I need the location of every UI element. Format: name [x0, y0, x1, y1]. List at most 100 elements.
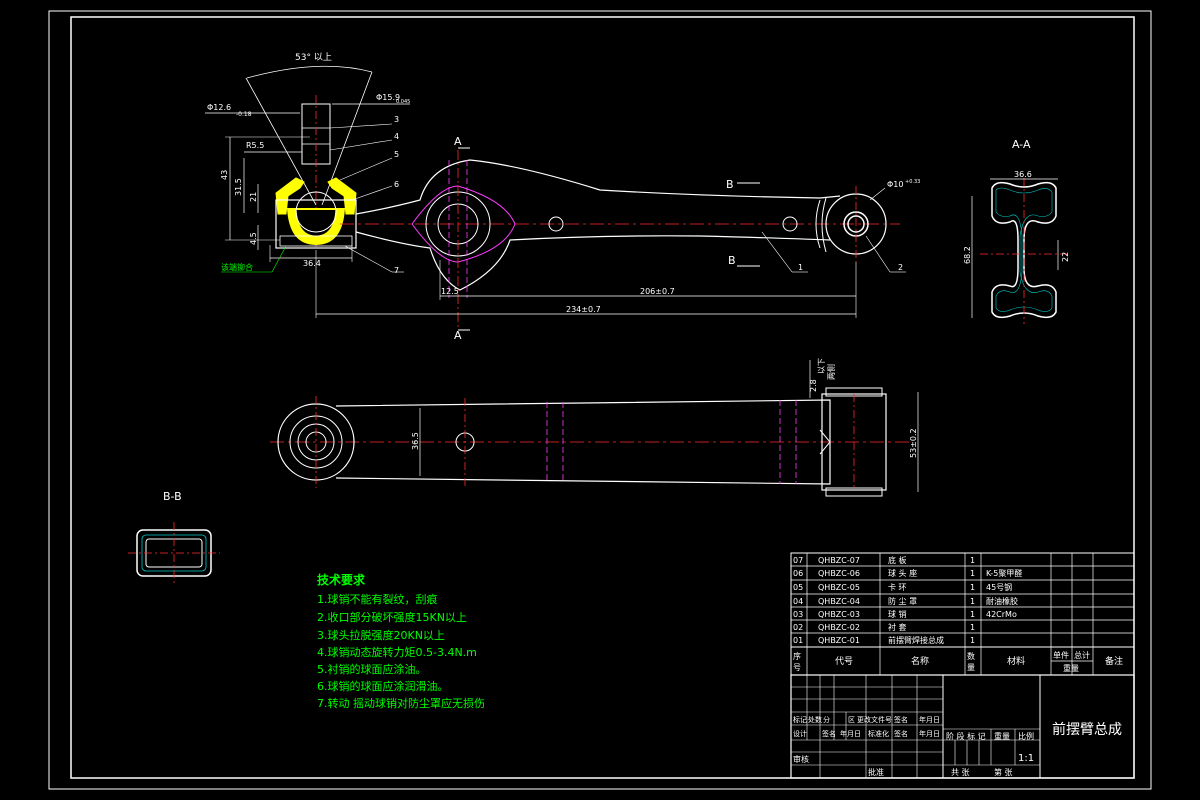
callout-1: 1	[798, 263, 803, 272]
callout-3: 3	[394, 115, 399, 124]
top-28: 2.8	[809, 379, 818, 392]
drawing-title: 前摆臂总成	[1052, 721, 1122, 738]
bom-name-0: 底 板	[888, 555, 907, 565]
tb-r1-5: 签名	[894, 715, 908, 724]
bom-h-total: 总计	[1074, 650, 1090, 660]
bom-code-5: QHBZC-02	[818, 623, 860, 632]
tech-item-7: 7.转动 摇动球销对防尘罩应无损伤	[317, 696, 485, 710]
bom-table: 07 QHBZC-07 底 板 1 06 QHBZC-06 球 头 座 1 K-5聚甲醛 05 QH…	[790, 552, 1135, 676]
bom-no-4: 03	[793, 610, 803, 619]
bom-no-0: 07	[793, 556, 803, 565]
bom-h-no-2: 号	[793, 663, 801, 672]
bom-code-6: QHBZC-01	[818, 636, 860, 645]
approve-label: 批准	[868, 767, 884, 777]
callout-6: 6	[394, 180, 399, 189]
dim-w364: 36.4	[303, 259, 321, 268]
top-28b: 以下	[817, 358, 826, 374]
weight-label: 重量	[994, 731, 1010, 741]
title-block: 前摆臂总成 1:1 阶 段 标 记 重量 比例 共 张 第 张 标记 处数 分 …	[790, 674, 1135, 779]
callout-2: 2	[898, 263, 903, 272]
tb-r1-6: 年月日	[919, 715, 940, 724]
arm-front-view: Φ10 +0.33 A A B B 1 2 12.5 206±0.7 234±0…	[315, 135, 920, 342]
bom-material-4: 42CrMo	[986, 610, 1017, 619]
tb-r1-0: 标记	[793, 715, 807, 724]
tb-r1-1: 处数	[808, 715, 822, 724]
callout-5: 5	[394, 150, 399, 159]
angle-label: 53° 以上	[295, 52, 332, 63]
aa-title: A-A	[1012, 138, 1031, 151]
fixed-note: 该端铆合	[221, 262, 253, 272]
bom-code-3: QHBZC-04	[818, 597, 860, 606]
bom-h-code: 代号	[835, 656, 853, 667]
dim-h21: 21	[249, 192, 258, 202]
aa-width: 36.6	[1014, 170, 1032, 179]
tb-r1-3: 区	[848, 716, 855, 724]
dim-r: R5.5	[246, 141, 264, 150]
bom-no-5: 02	[793, 623, 803, 632]
bom-name-6: 前摆臂焊接总成	[888, 635, 944, 645]
callout-7: 7	[394, 266, 399, 275]
stage-label: 阶 段 标 记	[946, 731, 986, 741]
bom-material-2: 45号钢	[986, 582, 1012, 592]
bom-code-2: QHBZC-05	[818, 583, 860, 592]
tb-r2-3: 标准化	[868, 729, 889, 738]
ratio-label: 比例	[1018, 731, 1034, 741]
dim-l206: 206±0.7	[640, 287, 675, 296]
section-a-top: A	[454, 135, 462, 148]
dim-h45: 4.5	[249, 232, 258, 245]
audit-label: 审核	[793, 754, 809, 764]
dim-d12: Φ12.6	[207, 103, 231, 112]
bom-material-3: 耐油橡胶	[986, 596, 1018, 606]
bom-h-material: 材料	[1007, 655, 1025, 667]
bb-title: B-B	[163, 490, 182, 503]
dim-d1-tol: +0.33	[905, 179, 920, 185]
bom-name-1: 球 头 座	[888, 568, 917, 578]
scale: 1:1	[1018, 753, 1034, 764]
dim-l234: 234±0.7	[566, 305, 601, 314]
tb-r2-5: 年月日	[919, 729, 940, 738]
bom-name-2: 卡 环	[888, 582, 907, 592]
tech-item-4: 4.球销动态旋转力矩0.5-3.4N.m	[317, 645, 477, 659]
bom-h-qty-1: 数	[967, 651, 975, 661]
section-bb: B-B	[128, 490, 220, 584]
bom-qty-5: 1	[970, 623, 975, 632]
bom-qty-4: 1	[970, 610, 975, 619]
bom-h-single: 单件	[1053, 650, 1069, 660]
dim-d12-tol: -0.18	[236, 111, 252, 118]
top-365: 36.5	[411, 432, 420, 450]
bom-material-1: K-5聚甲醛	[986, 568, 1022, 578]
arm-top-view: 36.5 53±0.2 2.8 以下 两侧	[270, 358, 919, 497]
tech-item-3: 3.球头拉脱强度20KN以上	[317, 628, 445, 642]
bom-no-3: 04	[793, 597, 803, 606]
section-b-top: B	[726, 178, 734, 191]
tb-r2-0: 设计	[793, 729, 807, 738]
section-b-bottom: B	[728, 254, 736, 267]
dim-h43: 43	[220, 170, 229, 180]
dim-l125: 12.5	[441, 287, 459, 296]
bom-h-name: 名称	[911, 655, 929, 667]
bom-qty-3: 1	[970, 597, 975, 606]
bom-no-1: 06	[793, 569, 803, 578]
bom-h-weight: 重量	[1063, 663, 1079, 673]
bom-qty-1: 1	[970, 569, 975, 578]
bom-code-0: QHBZC-07	[818, 556, 860, 565]
bom-qty-2: 1	[970, 583, 975, 592]
callout-4: 4	[394, 132, 399, 141]
section-aa: A-A 36.6 68.2 22	[963, 138, 1070, 324]
tb-r1-4: 更改文件号	[857, 715, 892, 724]
bom-no-6: 01	[793, 636, 803, 645]
bom-name-5: 衬 套	[888, 622, 907, 632]
top-53: 53±0.2	[909, 428, 918, 458]
bom-qty-0: 1	[970, 556, 975, 565]
cad-drawing: 53° 以上 Φ12.6 -0.18 Φ15.9 0.045 R5.5 43 3…	[48, 10, 1152, 790]
tech-item-5: 5.衬销的球面应涂油。	[317, 662, 427, 676]
aa-height: 68.2	[963, 246, 972, 264]
total-sheets: 共 张	[951, 768, 970, 777]
tech-requirements: 技术要求 1.球销不能有裂纹，刮痕 2.收口部分破坏强度15KN以上 3.球头拉…	[317, 572, 485, 710]
tech-item-6: 6.球销的球面应涂润滑油。	[317, 679, 449, 693]
tb-r1-2: 分	[823, 715, 830, 724]
tb-r2-2: 年月日	[840, 729, 861, 738]
bom-h-note: 备注	[1105, 655, 1123, 667]
bom-code-1: QHBZC-06	[818, 569, 860, 578]
sheet-no: 第 张	[994, 767, 1013, 777]
